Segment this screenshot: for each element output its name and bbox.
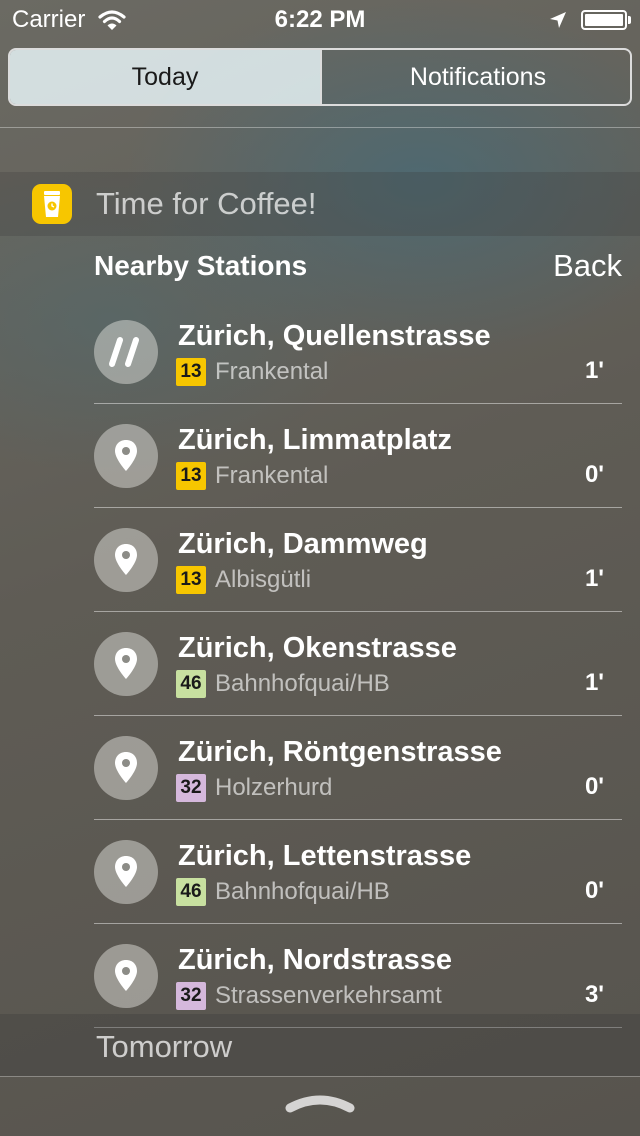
station-row[interactable]: Zürich, Nordstrasse 32 Strassenverkehrsamt… xyxy=(0,924,640,1028)
status-bar: Carrier 6:22 PM xyxy=(0,0,640,40)
departure-minutes: 0' xyxy=(584,461,604,488)
destination-label: Albisgütli xyxy=(215,566,312,593)
departure-minutes: 1' xyxy=(584,357,604,384)
station-row[interactable]: Zürich, Quellenstrasse 13 Frankental 1' xyxy=(0,300,640,404)
battery-icon xyxy=(581,10,627,30)
today-notifications-switch: Today Notifications xyxy=(8,48,632,106)
departure-minutes: 1' xyxy=(584,565,604,592)
section-title: Nearby Stations xyxy=(94,250,308,281)
destination-label: Strassenverkehrsamt xyxy=(215,982,442,1009)
station-name: Zürich, Okenstrasse xyxy=(178,632,457,664)
line-badge: 32 xyxy=(176,982,206,1010)
tab-notifications[interactable]: Notifications xyxy=(320,50,630,104)
location-pin-icon xyxy=(94,632,158,696)
line-badge: 46 xyxy=(176,670,206,698)
station-row[interactable]: Zürich, Dammweg 13 Albisgütli 1' xyxy=(0,508,640,612)
station-row[interactable]: Zürich, Röntgenstrasse 32 Holzerhurd 0' xyxy=(0,716,640,820)
widget-header[interactable]: Time for Coffee! xyxy=(0,172,640,236)
station-name: Zürich, Röntgenstrasse xyxy=(178,736,502,768)
line-badge: 13 xyxy=(176,566,206,594)
destination-label: Bahnhofquai/HB xyxy=(215,670,390,697)
departure-minutes: 0' xyxy=(584,877,604,904)
station-name: Zürich, Quellenstrasse xyxy=(178,320,491,352)
location-pin-icon xyxy=(94,424,158,488)
destination-label: Bahnhofquai/HB xyxy=(215,878,390,905)
line-badge: 13 xyxy=(176,358,206,386)
departure-minutes: 1' xyxy=(584,669,604,696)
battery-tip xyxy=(628,16,631,24)
station-row[interactable]: Zürich, Limmatplatz 13 Frankental 0' xyxy=(0,404,640,508)
destination-label: Frankental xyxy=(215,358,329,385)
pull-handle-icon[interactable] xyxy=(284,1094,356,1114)
station-name: Zürich, Dammweg xyxy=(178,528,428,560)
widget-title: Time for Coffee! xyxy=(96,186,317,221)
divider xyxy=(0,1076,640,1077)
station-row[interactable]: Zürich, Lettenstrasse 46 Bahnhofquai/HB 0' xyxy=(0,820,640,924)
station-name: Zürich, Limmatplatz xyxy=(178,424,452,456)
destination-label: Holzerhurd xyxy=(215,774,333,801)
departure-minutes: 3' xyxy=(584,981,604,1008)
line-badge: 13 xyxy=(176,462,206,490)
tomorrow-header[interactable]: Tomorrow xyxy=(0,1014,640,1076)
location-pin-icon xyxy=(94,736,158,800)
tomorrow-label: Tomorrow xyxy=(96,1029,233,1064)
station-name: Zürich, Nordstrasse xyxy=(178,944,452,976)
line-badge: 46 xyxy=(176,878,206,906)
line-badge: 32 xyxy=(176,774,206,802)
clock: 6:22 PM xyxy=(274,6,366,33)
destination-label: Frankental xyxy=(215,462,329,489)
favorite-slash-icon xyxy=(94,320,158,384)
departure-minutes: 0' xyxy=(584,773,604,800)
location-pin-icon xyxy=(94,840,158,904)
location-pin-icon xyxy=(94,944,158,1008)
tab-today[interactable]: Today xyxy=(10,50,320,104)
location-arrow-icon xyxy=(550,12,566,28)
coffee-cup-icon xyxy=(32,184,72,224)
station-name: Zürich, Lettenstrasse xyxy=(178,840,472,872)
location-pin-icon xyxy=(94,528,158,592)
back-button[interactable]: Back xyxy=(553,248,622,284)
station-row[interactable]: Zürich, Okenstrasse 46 Bahnhofquai/HB 1' xyxy=(0,612,640,716)
divider xyxy=(0,127,640,128)
